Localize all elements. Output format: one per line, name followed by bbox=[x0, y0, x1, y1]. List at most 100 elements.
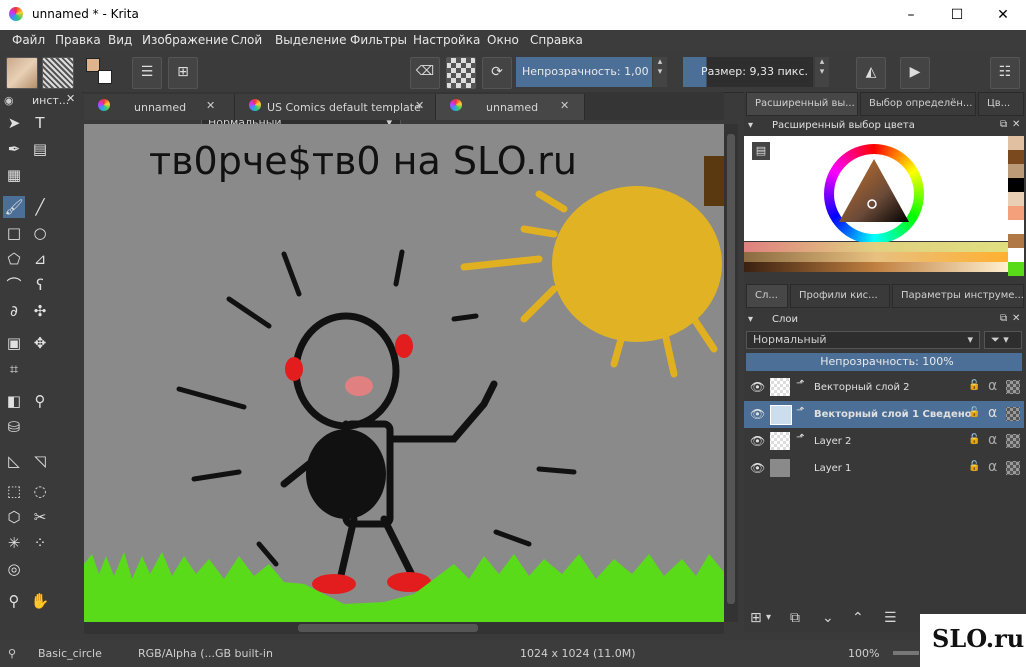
visibility-eye-icon[interactable]: 👁 bbox=[750, 407, 765, 421]
assistant-tool-icon[interactable]: ◺ bbox=[3, 450, 25, 472]
move-tool-icon[interactable]: ✥ bbox=[29, 332, 51, 354]
transform-tool-icon[interactable]: ▣ bbox=[3, 332, 25, 354]
edit-shapes-tool-icon[interactable]: ✒ bbox=[3, 138, 25, 160]
tab-close-icon[interactable]: ✕ bbox=[415, 99, 424, 112]
zoom-tool-icon[interactable]: ⚲ bbox=[3, 590, 25, 612]
gradient-edit-tool-icon[interactable]: ▦ bbox=[3, 164, 25, 186]
drawing-canvas[interactable]: тв0рче$тв0 на SLO.ru bbox=[84, 124, 724, 622]
maximize-button[interactable]: ☐ bbox=[934, 0, 980, 30]
pattern-preset-button[interactable] bbox=[42, 57, 74, 89]
horizontal-scrollbar[interactable] bbox=[84, 622, 724, 634]
inherit-alpha-icon[interactable] bbox=[1006, 407, 1020, 421]
collapse-icon[interactable]: ▾ bbox=[748, 120, 753, 131]
rectangle-tool-icon[interactable]: □ bbox=[3, 222, 25, 244]
tab-us-comics[interactable]: US Comics default template ✕ bbox=[235, 94, 436, 120]
minimize-button[interactable]: – bbox=[888, 0, 934, 30]
lock-icon[interactable]: 🔓 bbox=[968, 434, 980, 445]
preserve-alpha-icon[interactable] bbox=[446, 57, 476, 89]
inherit-alpha-icon[interactable] bbox=[1006, 380, 1020, 394]
mirror-vertical-icon[interactable]: ▶ bbox=[900, 57, 930, 89]
zoom-level[interactable]: 100% bbox=[848, 647, 879, 660]
vertical-scroll-thumb[interactable] bbox=[727, 134, 735, 604]
float-dock-icon[interactable]: ⧉ bbox=[1000, 119, 1007, 130]
rect-select-tool-icon[interactable]: ⬚ bbox=[3, 480, 25, 502]
color-picker-tool-icon[interactable]: ⚲ bbox=[29, 390, 51, 412]
menu-edit[interactable]: Правка bbox=[55, 33, 101, 47]
text-tool-icon[interactable]: T bbox=[29, 112, 51, 134]
inherit-alpha-icon[interactable] bbox=[1006, 434, 1020, 448]
polygon-select-tool-icon[interactable]: ⬡ bbox=[3, 506, 25, 528]
gradient-tool-icon[interactable]: ◧ bbox=[3, 390, 25, 412]
tab-close-icon[interactable]: ✕ bbox=[560, 99, 569, 112]
menu-settings[interactable]: Настройка bbox=[413, 33, 480, 47]
layer-blend-mode-dropdown[interactable]: Нормальный ▾ bbox=[746, 331, 980, 349]
hue-slider[interactable] bbox=[744, 242, 1008, 252]
saturation-triangle[interactable] bbox=[834, 154, 914, 234]
menu-image[interactable]: Изображение bbox=[142, 33, 228, 47]
gradient-preset-button[interactable] bbox=[6, 57, 38, 89]
vertical-scrollbar[interactable] bbox=[724, 124, 738, 622]
alpha-lock-icon[interactable]: α bbox=[988, 459, 997, 475]
tab-brush-presets[interactable]: Профили кис... bbox=[790, 284, 890, 308]
close-dock-icon[interactable]: ✕ bbox=[1012, 119, 1020, 130]
color-selector-area[interactable]: ▤ bbox=[744, 136, 1008, 244]
move-layer-up-icon[interactable]: ⌃ bbox=[852, 610, 864, 626]
lock-icon[interactable]: 🔓 bbox=[968, 461, 980, 472]
float-dock-icon[interactable]: ⧉ bbox=[1000, 313, 1007, 324]
freehand-select-tool-icon[interactable]: ✂ bbox=[29, 506, 51, 528]
polygon-tool-icon[interactable]: ⬠ bbox=[3, 248, 25, 270]
tab-close-icon[interactable]: ✕ bbox=[206, 99, 215, 112]
menu-window[interactable]: Окно bbox=[487, 33, 519, 47]
value-slider[interactable] bbox=[744, 262, 1008, 272]
fill-tool-icon[interactable]: ⛁ bbox=[3, 416, 25, 438]
inherit-alpha-icon[interactable] bbox=[1006, 461, 1020, 475]
menu-file[interactable]: Файл bbox=[12, 33, 45, 47]
tab-color-other[interactable]: Цв... bbox=[978, 92, 1024, 116]
alpha-lock-icon[interactable]: α bbox=[988, 378, 997, 394]
color-history-strip[interactable] bbox=[1008, 136, 1024, 276]
layer-opacity-slider[interactable]: Непрозрачность: 100% bbox=[746, 353, 1022, 371]
bezier-select-tool-icon[interactable]: ◎ bbox=[3, 558, 25, 580]
chevron-down-icon[interactable]: ▾ bbox=[766, 612, 771, 623]
workspace-chooser-icon[interactable]: ☷ bbox=[990, 57, 1020, 89]
zoom-slider[interactable] bbox=[893, 651, 919, 655]
horizontal-scroll-thumb[interactable] bbox=[298, 624, 478, 632]
polyline-tool-icon[interactable]: ⊿ bbox=[29, 248, 51, 270]
contiguous-select-tool-icon[interactable]: ✳ bbox=[3, 532, 25, 554]
saturation-slider[interactable] bbox=[744, 252, 1008, 262]
tab-advanced-color[interactable]: Расширенный вы... bbox=[746, 92, 858, 116]
select-shapes-tool-icon[interactable]: ➤ bbox=[3, 112, 25, 134]
collapse-icon[interactable]: ▾ bbox=[748, 314, 753, 325]
layer-filter-button[interactable]: ⏷ ▾ bbox=[984, 331, 1022, 349]
layer-row[interactable]: 👁 Layer 1 🔓 α bbox=[744, 455, 1024, 482]
menu-filter[interactable]: Фильтры bbox=[350, 33, 407, 47]
tab-unnamed-1[interactable]: unnamed ✕ bbox=[84, 94, 235, 120]
move-layer-down-icon[interactable]: ⌄ bbox=[822, 610, 834, 626]
color-settings-icon[interactable]: ▤ bbox=[752, 142, 770, 160]
layer-row-selected[interactable]: 👁 ⬏ Векторный слой 1 Сведено 🔓 α bbox=[744, 401, 1024, 428]
layer-row[interactable]: 👁 ⬏ Layer 2 🔓 α bbox=[744, 428, 1024, 455]
ellipse-tool-icon[interactable]: ○ bbox=[29, 222, 51, 244]
opacity-slider[interactable]: Непрозрачность: 1,00 bbox=[516, 57, 652, 87]
freehand-brush-tool-icon[interactable]: 🖌 bbox=[3, 196, 25, 218]
background-color-swatch[interactable] bbox=[98, 70, 112, 84]
opacity-spin-buttons[interactable]: ▴ ▾ bbox=[653, 57, 667, 87]
visibility-eye-icon[interactable]: 👁 bbox=[750, 461, 765, 475]
crop-tool-icon[interactable]: ⌗ bbox=[3, 358, 25, 380]
pan-tool-icon[interactable]: ✋ bbox=[29, 590, 51, 612]
tab-tool-options[interactable]: Параметры инструме... bbox=[892, 284, 1024, 308]
measure-tool-icon[interactable]: ◹ bbox=[29, 450, 51, 472]
menu-select[interactable]: Выделение bbox=[275, 33, 346, 47]
toolbox-close-icon[interactable]: ✕ bbox=[66, 92, 75, 105]
size-slider[interactable]: Размер: 9,33 пикс. bbox=[683, 57, 813, 87]
visibility-eye-icon[interactable]: 👁 bbox=[750, 434, 765, 448]
layer-properties-icon[interactable]: ☰ bbox=[884, 610, 897, 626]
layer-row[interactable]: 👁 ⬏ Векторный слой 2 🔓 α bbox=[744, 374, 1024, 401]
brush-settings-icon[interactable]: ☰ bbox=[132, 57, 162, 89]
similar-select-tool-icon[interactable]: ⁘ bbox=[29, 532, 51, 554]
alpha-lock-icon[interactable]: α bbox=[988, 405, 997, 421]
add-layer-icon[interactable]: ⊞ bbox=[750, 610, 762, 626]
alpha-lock-icon[interactable]: α bbox=[988, 432, 997, 448]
lock-icon[interactable]: 🔓 bbox=[968, 380, 980, 391]
menu-help[interactable]: Справка bbox=[530, 33, 583, 47]
